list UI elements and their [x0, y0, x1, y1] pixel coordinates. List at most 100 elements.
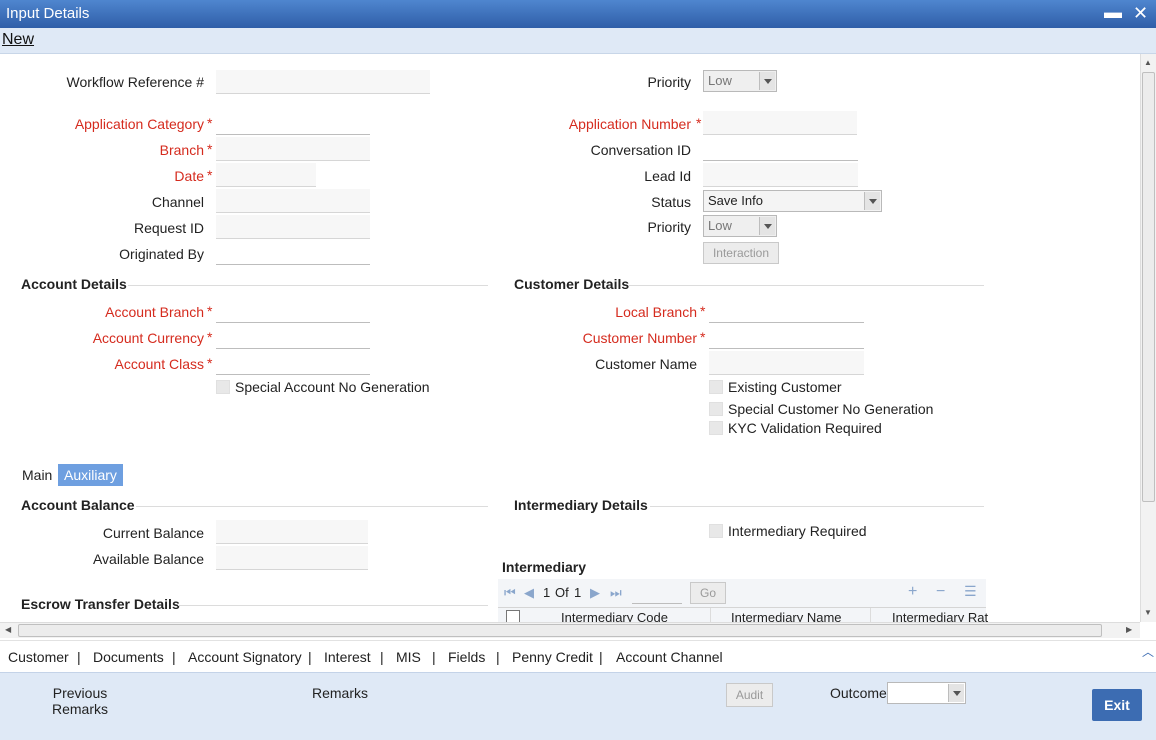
priority2-select[interactable]: Low — [703, 215, 777, 237]
intermediary-details-heading: Intermediary Details — [514, 497, 648, 513]
branch-label: Branch — [159, 142, 204, 158]
status-select[interactable]: Save Info — [703, 190, 882, 212]
kyc-validation-label: KYC Validation Required — [728, 420, 882, 436]
link-fields[interactable]: Fields — [448, 649, 485, 665]
account-currency-input[interactable] — [216, 325, 370, 349]
link-documents[interactable]: Documents — [93, 649, 164, 665]
add-row-icon[interactable]: + — [908, 583, 917, 601]
next-page-icon[interactable]: ▶ — [590, 585, 600, 601]
go-button[interactable]: Go — [690, 582, 726, 604]
outcome-label: Outcome — [830, 685, 887, 701]
account-branch-label: Account Branch — [105, 304, 204, 320]
new-link[interactable]: New — [2, 31, 34, 49]
link-penny-credit[interactable]: Penny Credit — [512, 649, 593, 665]
horizontal-scrollbar[interactable]: ◀ ▶ — [0, 622, 1140, 638]
remarks-label: Remarks — [312, 685, 369, 701]
local-branch-label: Local Branch — [615, 304, 697, 320]
window-title: Input Details — [6, 5, 90, 22]
minimize-icon[interactable]: ▬ — [1104, 2, 1122, 23]
customer-number-label: Customer Number — [582, 330, 697, 346]
account-branch-input[interactable] — [216, 299, 370, 323]
date-label: Date — [174, 168, 204, 184]
scroll-left-icon[interactable]: ◀ — [5, 625, 11, 634]
vertical-scrollbar[interactable]: ▲ ▼ — [1140, 54, 1156, 622]
required-mark: * — [207, 167, 213, 183]
select-all-checkbox[interactable] — [506, 610, 520, 622]
link-account-signatory[interactable]: Account Signatory — [188, 649, 302, 665]
channel-input[interactable] — [216, 189, 370, 213]
last-page-icon[interactable]: ⏭ — [610, 585, 622, 601]
tab-auxiliary[interactable]: Auxiliary — [58, 464, 123, 486]
branch-input[interactable] — [216, 137, 370, 161]
divider — [178, 605, 488, 606]
divider — [650, 506, 984, 507]
chevron-up-icon[interactable]: ︿ — [1142, 643, 1154, 660]
request-id-input[interactable] — [216, 215, 370, 239]
footer-panel: Previous Remarks Remarks Audit Outcome E… — [0, 672, 1156, 740]
lead-id-input[interactable] — [703, 163, 858, 187]
originated-by-input[interactable] — [216, 241, 370, 265]
special-customer-no-checkbox[interactable] — [709, 402, 723, 416]
list-view-icon[interactable]: ☰ — [964, 583, 977, 600]
required-mark: * — [700, 329, 706, 345]
intermediary-required-checkbox[interactable] — [709, 524, 723, 538]
account-details-heading: Account Details — [21, 276, 127, 292]
application-category-input[interactable] — [216, 111, 370, 135]
column-intermediary-rate[interactable]: Intermediary Rat — [892, 610, 988, 622]
channel-label: Channel — [151, 194, 204, 210]
kyc-validation-checkbox[interactable] — [709, 421, 723, 435]
link-mis[interactable]: MIS — [396, 649, 421, 665]
tab-main[interactable]: Main — [16, 464, 58, 486]
link-separator: | — [380, 649, 384, 665]
close-icon[interactable]: ✕ — [1133, 3, 1148, 24]
exit-button[interactable]: Exit — [1092, 689, 1142, 721]
intermediary-grid-heading: Intermediary — [502, 559, 587, 575]
application-category-label: Application Category — [74, 116, 204, 132]
link-interest[interactable]: Interest — [324, 649, 371, 665]
workflow-reference-input[interactable] — [216, 70, 430, 94]
account-class-input[interactable] — [216, 351, 370, 375]
first-page-icon[interactable]: ⏮ — [504, 585, 516, 601]
scroll-right-icon[interactable]: ▶ — [1126, 625, 1132, 634]
link-separator: | — [308, 649, 312, 665]
current-balance-label: Current Balance — [102, 525, 204, 541]
escrow-transfer-heading: Escrow Transfer Details — [21, 596, 180, 612]
interaction-button[interactable]: Interaction — [703, 242, 779, 264]
required-mark: * — [207, 141, 213, 157]
required-mark: * — [207, 329, 213, 345]
previous-remarks-line2: Remarks — [51, 701, 108, 717]
conversation-id-label: Conversation ID — [590, 142, 691, 158]
special-account-no-checkbox[interactable] — [216, 380, 230, 394]
conversation-id-input[interactable] — [703, 137, 858, 161]
audit-button[interactable]: Audit — [726, 683, 773, 707]
page-current: 1 — [543, 585, 551, 600]
column-intermediary-code[interactable]: Intermediary Code — [561, 610, 668, 622]
link-separator: | — [432, 649, 436, 665]
local-branch-input[interactable] — [709, 299, 864, 323]
remove-row-icon[interactable]: − — [936, 583, 945, 601]
required-mark: * — [207, 115, 213, 131]
available-balance-input[interactable] — [216, 546, 368, 570]
chevron-down-icon — [948, 684, 964, 702]
customer-number-input[interactable] — [709, 325, 864, 349]
outcome-select[interactable] — [887, 682, 966, 704]
column-intermediary-name[interactable]: Intermediary Name — [731, 610, 842, 622]
link-account-channel[interactable]: Account Channel — [616, 649, 723, 665]
scroll-thumb[interactable] — [1142, 72, 1155, 502]
divider — [870, 608, 871, 622]
customer-name-input[interactable] — [709, 351, 864, 375]
link-customer[interactable]: Customer — [8, 649, 69, 665]
workflow-reference-label: Workflow Reference # — [66, 74, 204, 90]
current-balance-input[interactable] — [216, 520, 368, 544]
divider — [128, 285, 488, 286]
scroll-up-icon[interactable]: ▲ — [1144, 58, 1152, 67]
scroll-thumb[interactable] — [18, 624, 1102, 637]
priority-select[interactable]: Low — [703, 70, 777, 92]
previous-page-icon[interactable]: ◀ — [524, 585, 534, 601]
date-input[interactable] — [216, 163, 316, 187]
page-number-input[interactable] — [632, 582, 682, 604]
menu-bar: New — [0, 28, 1156, 54]
scroll-down-icon[interactable]: ▼ — [1144, 608, 1152, 617]
existing-customer-checkbox[interactable] — [709, 380, 723, 394]
application-number-input[interactable] — [703, 111, 857, 135]
